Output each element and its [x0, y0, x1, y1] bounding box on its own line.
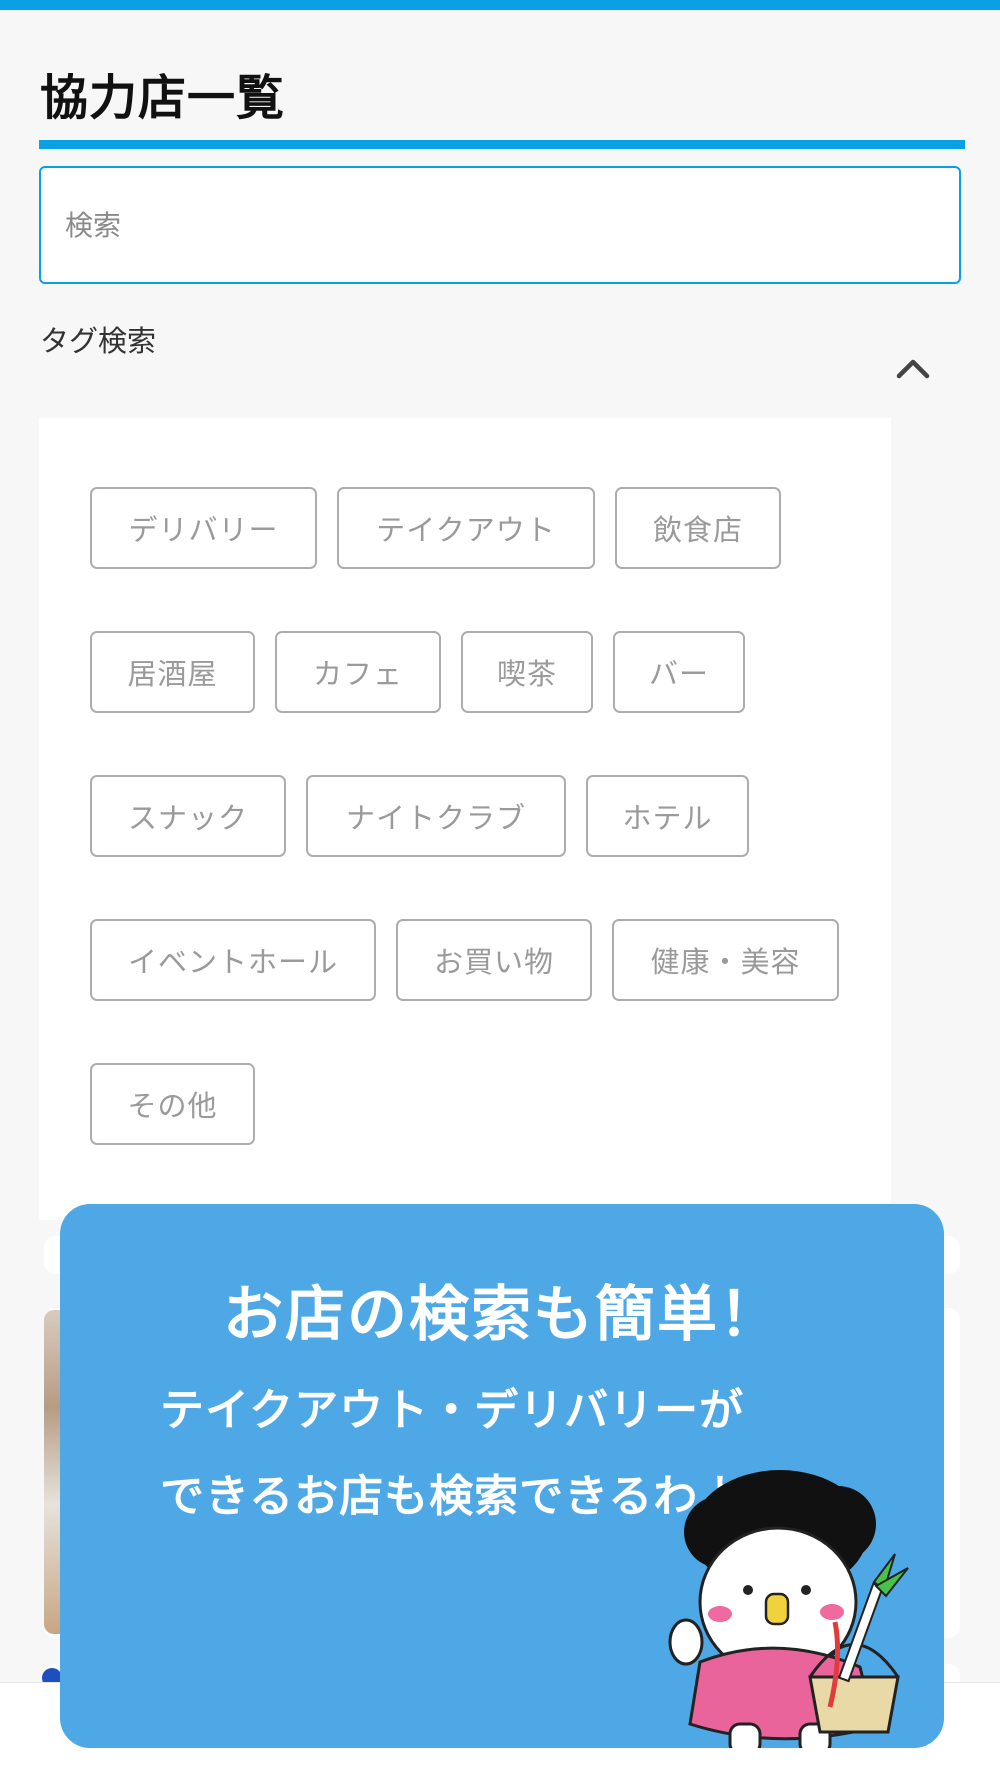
tag-chip-izakaya[interactable]: 居酒屋 [90, 631, 255, 713]
promo-line-1: テイクアウト・デリバリーが [160, 1385, 745, 1436]
tag-chip-shopping[interactable]: お買い物 [396, 919, 592, 1001]
top-accent-bar [0, 0, 1000, 10]
tag-chip-nightclub[interactable]: ナイトクラブ [306, 775, 566, 857]
tag-chip-health-beauty[interactable]: 健康・美容 [612, 919, 839, 1001]
tag-chip-cafe[interactable]: カフェ [275, 631, 441, 713]
tag-chip-kissa[interactable]: 喫茶 [461, 631, 593, 713]
tag-search-label: タグ検索 [40, 324, 157, 358]
chevron-up-icon [896, 359, 930, 379]
title-underline [39, 140, 965, 149]
tag-chip-hotel[interactable]: ホテル [586, 775, 749, 857]
tag-chip-event-hall[interactable]: イベントホール [90, 919, 376, 1001]
search-input[interactable] [41, 168, 959, 282]
tag-chip-takeout[interactable]: テイクアウト [337, 487, 595, 569]
tag-search-toggle[interactable] [882, 344, 944, 392]
tag-chip-other[interactable]: その他 [90, 1063, 255, 1145]
mascot-character-icon [668, 1470, 909, 1748]
tag-chip-snack[interactable]: スナック [90, 775, 286, 857]
tag-chip-restaurant[interactable]: 飲食店 [615, 487, 781, 569]
tag-chip-delivery[interactable]: デリバリー [90, 487, 317, 569]
tag-chip-bar[interactable]: バー [613, 631, 745, 713]
tag-panel: デリバリー テイクアウト 飲食店 居酒屋 カフェ 喫茶 バー スナック ナイトク… [39, 418, 891, 1220]
promo-headline: お店の検索も簡単！ [223, 1280, 781, 1350]
promo-overlay[interactable]: お店の検索も簡単！ テイクアウト・デリバリーが できるお店も検索できるわよっ！ [60, 1204, 944, 1748]
search-field[interactable] [39, 166, 961, 284]
page-title: 協力店一覧 [40, 70, 286, 126]
